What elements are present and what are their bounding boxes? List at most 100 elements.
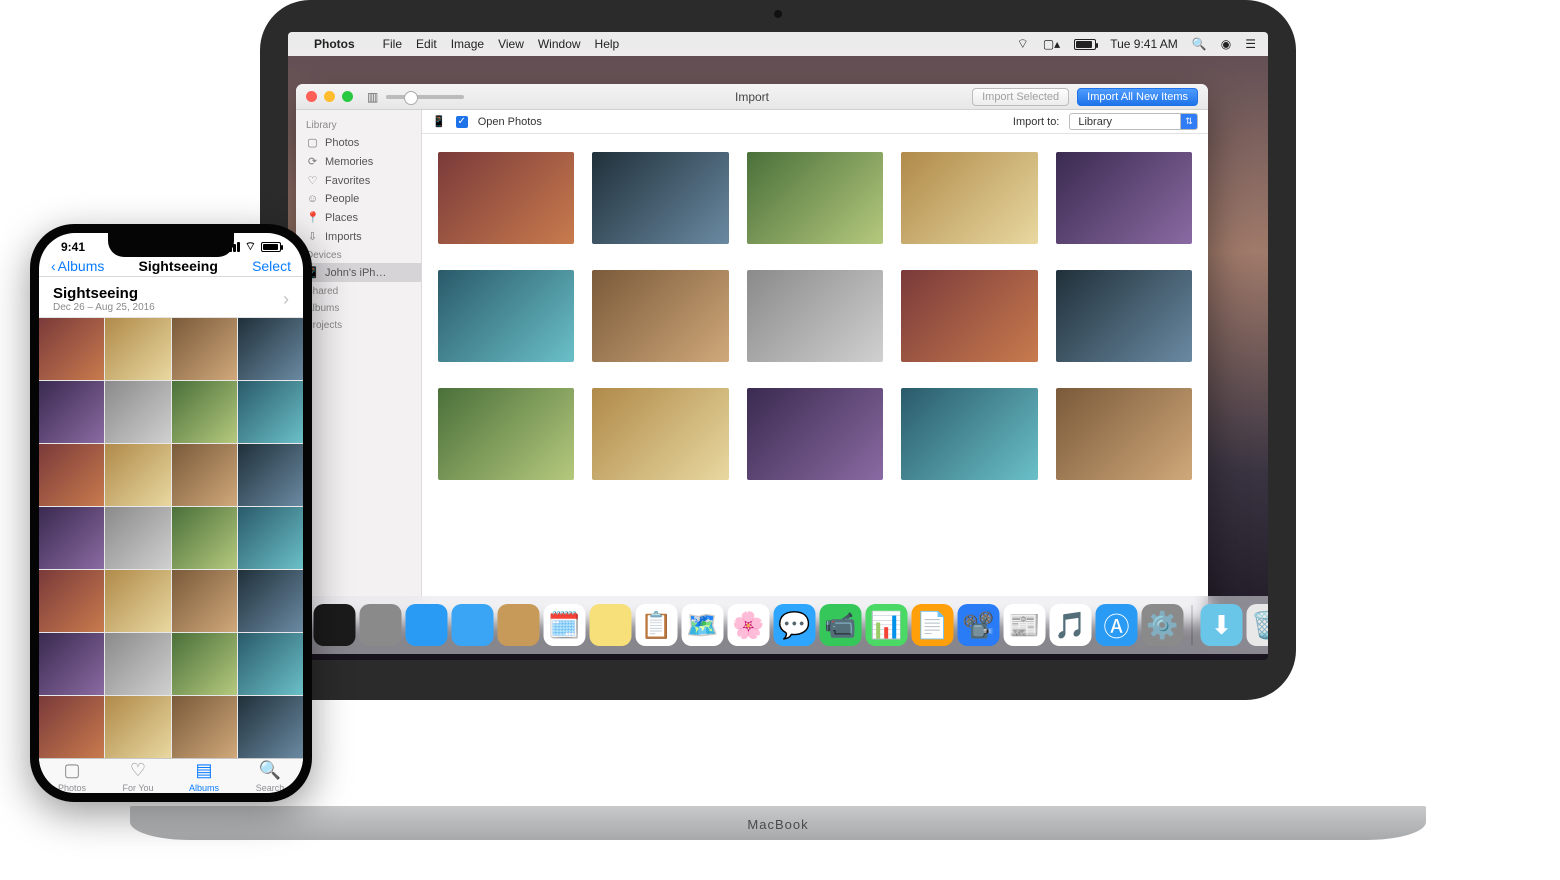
dock-itunes-icon[interactable]: 🎵: [1050, 604, 1092, 646]
dock-appstore-icon[interactable]: Ⓐ: [1096, 604, 1138, 646]
dock-maps-icon[interactable]: 🗺️: [682, 604, 724, 646]
album-thumbnail[interactable]: [172, 633, 237, 695]
menu-window[interactable]: Window: [538, 37, 581, 51]
import-thumbnail[interactable]: [592, 270, 728, 362]
album-thumbnail[interactable]: [39, 381, 104, 443]
album-thumbnail[interactable]: [105, 570, 170, 632]
dock-safari-icon[interactable]: [406, 604, 448, 646]
dock-messages-icon[interactable]: 💬: [774, 604, 816, 646]
sidebar-toggle-icon[interactable]: ▥: [367, 90, 378, 104]
import-thumbnail[interactable]: [1056, 152, 1192, 244]
menu-image[interactable]: Image: [451, 37, 484, 51]
album-thumbnail[interactable]: [105, 381, 170, 443]
import-thumbnail[interactable]: [747, 152, 883, 244]
window-close-button[interactable]: [306, 91, 317, 102]
tab-search[interactable]: 🔍Search: [237, 759, 303, 793]
dock-siri-icon[interactable]: [314, 604, 356, 646]
dock-calendar-icon[interactable]: 🗓️: [544, 604, 586, 646]
album-thumbnail[interactable]: [39, 570, 104, 632]
dock-trash-icon[interactable]: 🗑️: [1247, 604, 1269, 646]
thumbnail-zoom-slider[interactable]: [386, 95, 464, 99]
notification-center-icon[interactable]: ☰: [1245, 37, 1256, 51]
tab-albums[interactable]: ▤Albums: [171, 759, 237, 793]
select-button[interactable]: Select: [252, 258, 291, 274]
album-thumbnail[interactable]: [172, 507, 237, 569]
album-thumbnail[interactable]: [172, 570, 237, 632]
import-thumbnail[interactable]: [1056, 388, 1192, 480]
import-thumbnail[interactable]: [438, 270, 574, 362]
album-thumbnail[interactable]: [172, 696, 237, 758]
dock-reminders-icon[interactable]: 📋: [636, 604, 678, 646]
import-thumbnail[interactable]: [901, 270, 1037, 362]
dock-pages-icon[interactable]: 📄: [912, 604, 954, 646]
album-thumbnail[interactable]: [238, 381, 303, 443]
sidebar-item-imports[interactable]: ⇩Imports: [296, 227, 421, 246]
import-to-dropdown[interactable]: Library ⇅: [1069, 113, 1198, 130]
import-thumbnail[interactable]: [438, 388, 574, 480]
airplay-icon[interactable]: ▢▴: [1043, 37, 1060, 51]
album-thumbnail[interactable]: [238, 507, 303, 569]
album-thumbnail[interactable]: [39, 444, 104, 506]
import-thumbnail[interactable]: [1056, 270, 1192, 362]
sidebar-item-people[interactable]: ☺People: [296, 190, 421, 208]
album-photo-grid[interactable]: [39, 318, 303, 758]
menubar-clock[interactable]: Tue 9:41 AM: [1110, 37, 1178, 51]
menu-help[interactable]: Help: [595, 37, 620, 51]
window-titlebar[interactable]: ▥ Import Import Selected Import All New …: [296, 84, 1208, 110]
tab-photos[interactable]: ▢Photos: [39, 759, 105, 793]
dock-photos-icon[interactable]: 🌸: [728, 604, 770, 646]
album-thumbnail[interactable]: [105, 318, 170, 380]
album-thumbnail[interactable]: [238, 570, 303, 632]
dock-numbers-icon[interactable]: 📊: [866, 604, 908, 646]
dock-contacts-icon[interactable]: [498, 604, 540, 646]
album-header-row[interactable]: Sightseeing Dec 26 – Aug 25, 2016 ›: [39, 277, 303, 318]
menu-file[interactable]: File: [383, 37, 402, 51]
import-thumbnail[interactable]: [901, 388, 1037, 480]
album-thumbnail[interactable]: [238, 444, 303, 506]
menu-view[interactable]: View: [498, 37, 524, 51]
import-selected-button[interactable]: Import Selected: [972, 88, 1069, 106]
album-thumbnail[interactable]: [238, 696, 303, 758]
album-thumbnail[interactable]: [39, 507, 104, 569]
album-thumbnail[interactable]: [172, 444, 237, 506]
album-thumbnail[interactable]: [238, 318, 303, 380]
album-thumbnail[interactable]: [39, 318, 104, 380]
dock-keynote-icon[interactable]: 📽️: [958, 604, 1000, 646]
wifi-icon[interactable]: ⌔: [1017, 36, 1029, 52]
dock-launchpad-icon[interactable]: [360, 604, 402, 646]
tab-for-you[interactable]: ♡For You: [105, 759, 171, 793]
album-thumbnail[interactable]: [105, 633, 170, 695]
import-all-button[interactable]: Import All New Items: [1077, 88, 1198, 106]
window-minimize-button[interactable]: [324, 91, 335, 102]
open-photos-checkbox[interactable]: ✓: [456, 116, 468, 128]
sidebar-item-places[interactable]: 📍Places: [296, 208, 421, 227]
dock-downloads-icon[interactable]: ⬇︎: [1201, 604, 1243, 646]
album-thumbnail[interactable]: [238, 633, 303, 695]
import-thumbnail[interactable]: [901, 152, 1037, 244]
album-thumbnail[interactable]: [172, 381, 237, 443]
album-thumbnail[interactable]: [39, 633, 104, 695]
dock-mail-icon[interactable]: [452, 604, 494, 646]
battery-icon[interactable]: [1074, 39, 1096, 50]
sidebar-item-photos[interactable]: ▢Photos: [296, 133, 421, 152]
import-thumbnail[interactable]: [438, 152, 574, 244]
album-thumbnail[interactable]: [105, 696, 170, 758]
dock-news-icon[interactable]: 📰: [1004, 604, 1046, 646]
spotlight-icon[interactable]: 🔍: [1192, 37, 1207, 51]
sidebar-item-john-s-iph-[interactable]: 📱John's iPh…: [296, 263, 421, 282]
album-thumbnail[interactable]: [172, 318, 237, 380]
sidebar-item-favorites[interactable]: ♡Favorites: [296, 171, 421, 190]
import-thumbnail[interactable]: [592, 152, 728, 244]
import-thumbnail[interactable]: [592, 388, 728, 480]
dock-preferences-icon[interactable]: ⚙️: [1142, 604, 1184, 646]
import-thumbnail[interactable]: [747, 270, 883, 362]
album-thumbnail[interactable]: [39, 696, 104, 758]
album-thumbnail[interactable]: [105, 444, 170, 506]
dock-facetime-icon[interactable]: 📹: [820, 604, 862, 646]
window-zoom-button[interactable]: [342, 91, 353, 102]
back-button[interactable]: ‹ Albums: [51, 258, 104, 274]
siri-icon[interactable]: ◉: [1221, 37, 1231, 51]
menubar-app-name[interactable]: Photos: [314, 37, 355, 51]
menu-edit[interactable]: Edit: [416, 37, 437, 51]
sidebar-item-memories[interactable]: ⟳Memories: [296, 152, 421, 171]
